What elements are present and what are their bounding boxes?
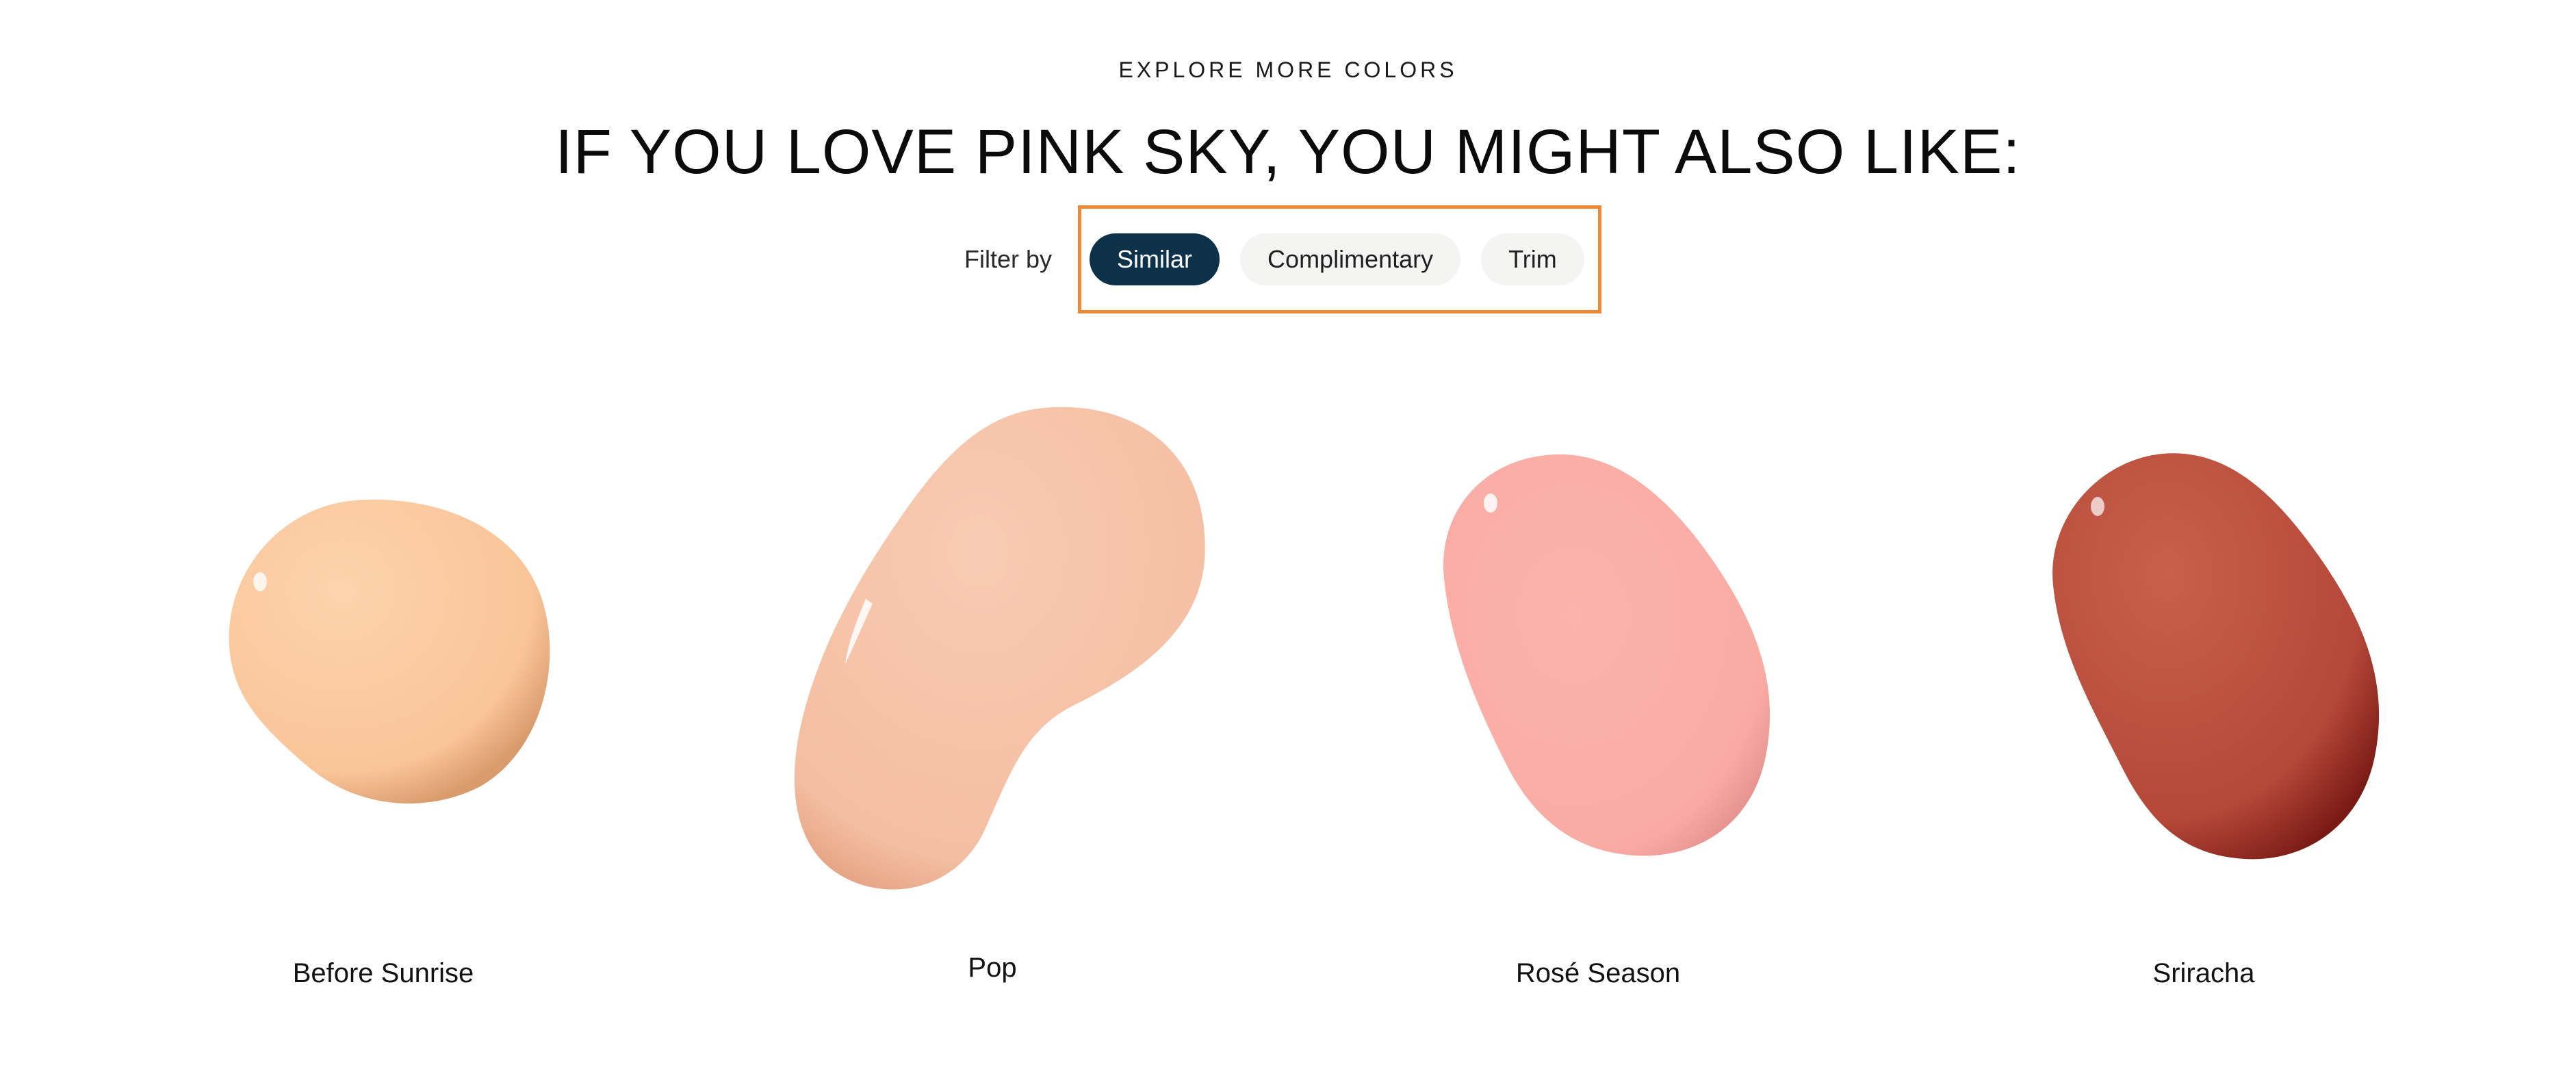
swatch-name-pop[interactable]: Pop: [753, 953, 1232, 984]
paint-blob-icon: [229, 499, 550, 804]
section-headline: IF YOU LOVE PINK SKY, YOU MIGHT ALSO LIK…: [555, 117, 2021, 187]
swatch-rose-season[interactable]: [1437, 448, 1779, 866]
filter-trim-button[interactable]: Trim: [1481, 233, 1584, 285]
swatch-name-sriracha[interactable]: Sriracha: [1964, 958, 2443, 989]
swatch-grid: Before Sunrise Pop Rosé Season Sriracha: [0, 383, 2576, 988]
paint-blob-icon: [2052, 453, 2380, 860]
swatch-sriracha[interactable]: [2046, 448, 2388, 866]
filter-similar-button[interactable]: Similar: [1090, 233, 1220, 285]
filter-bar: Filter by Similar Complimentary Trim: [964, 205, 1602, 313]
swatch-name-rose-season[interactable]: Rosé Season: [1358, 958, 1838, 989]
filter-label: Filter by: [964, 245, 1053, 273]
paint-blob-icon: [1443, 454, 1770, 856]
paint-blob-icon: [794, 407, 1205, 890]
swatch-pop[interactable]: [787, 404, 1218, 897]
filter-complimentary-button[interactable]: Complimentary: [1240, 233, 1461, 285]
filter-options-group: Similar Complimentary Trim: [1078, 205, 1602, 313]
swatch-before-sunrise[interactable]: [219, 493, 561, 808]
explore-eyebrow: EXPLORE MORE COLORS: [1118, 57, 1458, 82]
swatch-name-before-sunrise[interactable]: Before Sunrise: [144, 958, 623, 989]
